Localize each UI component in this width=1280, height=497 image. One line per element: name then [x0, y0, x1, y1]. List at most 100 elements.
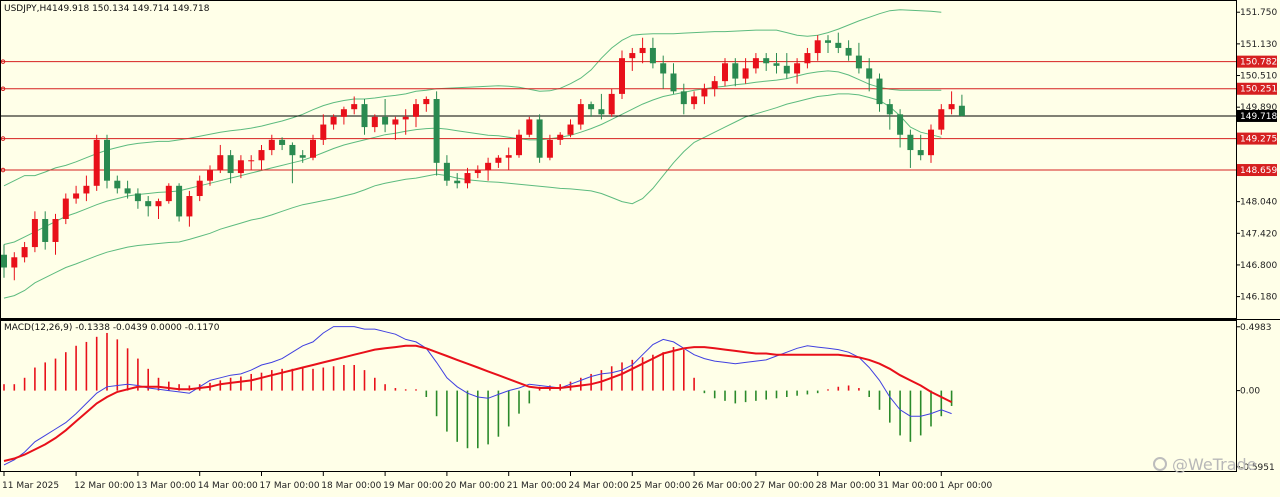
candle-body — [835, 42, 842, 48]
candle-body — [619, 58, 625, 94]
candle-body — [536, 119, 543, 158]
candle-body — [958, 105, 965, 116]
candle-body — [268, 139, 275, 151]
price-tick-label: 150.510 — [1240, 72, 1277, 82]
candle-body — [371, 116, 378, 128]
candle-body — [608, 93, 615, 115]
candle-body — [588, 104, 595, 110]
candle-body — [361, 104, 368, 128]
candle-body — [701, 88, 708, 97]
time-tick-label: 20 Mar 00:00 — [445, 481, 505, 491]
price-tick-label: 151.130 — [1240, 40, 1277, 50]
candle-body — [93, 139, 100, 186]
candle-body — [505, 155, 512, 158]
candle-body — [31, 218, 38, 248]
price-level-tag-label: 148.659 — [1240, 166, 1277, 176]
candle-body — [567, 124, 574, 135]
candle-body — [237, 160, 244, 174]
time-tick-label: 25 Mar 00:00 — [630, 481, 690, 491]
candle-body — [21, 247, 28, 258]
candle-body — [145, 201, 152, 207]
price-level-tag-label: 149.275 — [1240, 135, 1277, 145]
candle-body — [165, 185, 172, 202]
price-level-tag-label: 150.782 — [1240, 58, 1277, 68]
time-tick-label: 17 Mar 00:00 — [260, 481, 320, 491]
price-tick-label: 151.750 — [1240, 8, 1277, 18]
candle-body — [845, 47, 852, 56]
candle-body — [299, 155, 306, 158]
candle-body — [176, 185, 183, 217]
time-tick-label: 11 Mar 2025 — [2, 481, 59, 491]
candle-body — [711, 81, 718, 89]
candle-body — [258, 150, 265, 161]
price-tick-label: 147.420 — [1240, 229, 1277, 239]
candle-body — [722, 63, 728, 82]
candle-body — [917, 150, 924, 156]
symbol-label: USDJPY,H4 — [4, 4, 52, 14]
candle-body — [680, 91, 687, 105]
candle-body — [134, 193, 141, 202]
candle-body — [52, 218, 59, 242]
candle-body — [639, 47, 646, 54]
time-tick-label: 28 Mar 00:00 — [816, 481, 876, 491]
candle-body — [196, 180, 203, 197]
candle-body — [804, 53, 811, 64]
macd-tick-label: 0.4983 — [1240, 323, 1272, 333]
candle-body — [742, 68, 749, 79]
candle-body — [577, 104, 584, 125]
candle-body — [948, 104, 955, 110]
candle-body — [485, 162, 492, 171]
candle-body — [279, 139, 286, 145]
candle-body — [207, 170, 213, 181]
candle-body — [124, 188, 131, 194]
time-tick-label: 24 Mar 00:00 — [569, 481, 629, 491]
macd-tick-label: 0.00 — [1240, 387, 1260, 397]
candle-body — [330, 116, 337, 125]
candle-body — [155, 201, 162, 207]
candle-body — [783, 65, 790, 74]
candle-body — [732, 63, 739, 79]
candle-body — [938, 109, 945, 130]
candle-body — [11, 257, 18, 268]
candle-body — [928, 129, 934, 156]
candle-body — [351, 104, 358, 110]
time-tick-label: 31 Mar 00:00 — [878, 481, 938, 491]
chart-background — [0, 0, 1280, 493]
candle-body — [1, 254, 7, 268]
candle-body — [752, 58, 759, 69]
current-price-tag-label: 149.718 — [1240, 112, 1277, 122]
time-tick-label: 21 Mar 00:00 — [507, 481, 567, 491]
candle-body — [320, 124, 327, 140]
candle-body — [104, 139, 110, 181]
candle-body — [227, 155, 234, 174]
candle-body — [454, 180, 461, 184]
trading-chart[interactable]: 151.750 151.130 150.510 149.890 148.040 147.4… — [0, 0, 1280, 493]
candle-body — [289, 144, 296, 156]
candle-body — [340, 109, 347, 117]
candle-body — [42, 218, 49, 242]
time-tick-label: 14 Mar 00:00 — [198, 481, 258, 491]
candle-body — [526, 119, 533, 135]
price-tick-label: 148.040 — [1240, 198, 1277, 208]
macd-label: MACD(12,26,9) -0.1338 -0.0439 0.0000 -0.… — [4, 323, 220, 333]
candle-body — [392, 119, 399, 125]
candle-body — [433, 99, 440, 163]
candle-body — [763, 58, 770, 64]
candle-body — [413, 104, 419, 117]
candle-body — [897, 114, 904, 135]
candle-body — [464, 173, 471, 184]
candle-body — [660, 63, 667, 74]
candle-body — [402, 116, 409, 120]
candle-body — [423, 99, 430, 105]
candle-body — [495, 157, 502, 163]
time-tick-label: 18 Mar 00:00 — [321, 481, 381, 491]
time-tick-label: 13 Mar 00:00 — [136, 481, 196, 491]
candle-body — [557, 134, 564, 140]
chart-canvas[interactable]: 151.750151.130150.510149.890148.040147.4… — [0, 0, 1280, 493]
price-tick-label: 146.800 — [1240, 261, 1277, 271]
candle-body — [186, 196, 193, 217]
candle-body — [649, 47, 656, 64]
time-tick-label: 1 Apr 00:00 — [939, 481, 992, 491]
candle-body — [866, 68, 873, 79]
candle-body — [546, 139, 553, 158]
